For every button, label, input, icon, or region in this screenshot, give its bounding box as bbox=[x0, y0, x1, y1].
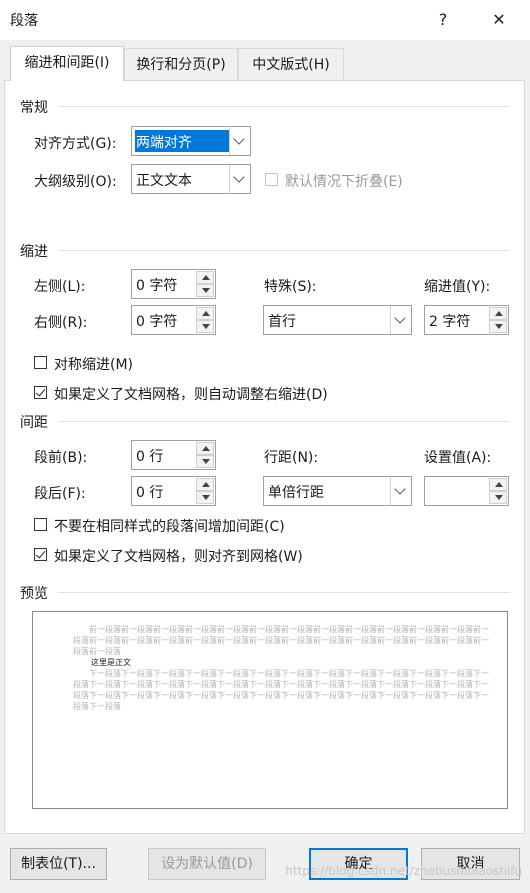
dropdown-arrow[interactable] bbox=[390, 477, 411, 505]
indent-left-label: 左侧(L): bbox=[34, 279, 86, 295]
checkmark-icon bbox=[35, 548, 46, 559]
preview-next-paragraph: 下一段落下一段落下一段落下一段落下一段落下一段落下一段落下一段落下一段落下一段落… bbox=[73, 669, 489, 711]
title-bar: 段落 ? ✕ bbox=[0, 0, 530, 40]
auto-adjust-indent-checkbox[interactable] bbox=[34, 386, 47, 399]
spin-up-button[interactable] bbox=[489, 478, 507, 491]
outline-level-dropdown[interactable]: 正文文本 bbox=[131, 164, 251, 194]
line-spacing-label: 行距(N): bbox=[264, 450, 319, 466]
chevron-down-icon bbox=[394, 312, 406, 324]
spin-up-button[interactable] bbox=[196, 478, 214, 491]
spin-up-button[interactable] bbox=[196, 307, 214, 320]
spin-down-button[interactable] bbox=[489, 491, 507, 504]
triangle-up-icon bbox=[202, 446, 210, 451]
tab-asian-typography[interactable]: 中文版式(H) bbox=[238, 48, 344, 81]
spin-up-button[interactable] bbox=[196, 271, 214, 284]
chevron-down-icon bbox=[233, 133, 245, 145]
triangle-down-icon bbox=[495, 324, 503, 329]
special-indent-value: 首行 bbox=[268, 314, 296, 330]
help-button[interactable]: ? bbox=[428, 5, 458, 35]
indent-right-value: 0 字符 bbox=[136, 314, 178, 330]
collapse-checkbox[interactable] bbox=[265, 173, 278, 186]
indent-right-spinner[interactable]: 0 字符 bbox=[131, 305, 216, 335]
indent-right-label: 右侧(R): bbox=[34, 315, 88, 331]
divider bbox=[58, 592, 510, 593]
preview-sample-text: 这里是正文 bbox=[91, 658, 131, 667]
tabs-button[interactable]: 制表位(T)... bbox=[10, 848, 107, 880]
dropdown-arrow[interactable] bbox=[229, 127, 250, 155]
line-spacing-dropdown[interactable]: 单倍行距 bbox=[263, 476, 412, 506]
triangle-up-icon bbox=[495, 311, 503, 316]
section-preview-heading: 预览 bbox=[20, 586, 48, 602]
spin-down-button[interactable] bbox=[489, 320, 507, 333]
mirror-indents-checkbox[interactable] bbox=[34, 356, 47, 369]
chevron-down-icon bbox=[233, 171, 245, 183]
indent-by-label: 缩进值(Y): bbox=[424, 279, 491, 295]
triangle-down-icon bbox=[202, 459, 210, 464]
spin-down-button[interactable] bbox=[196, 491, 214, 504]
spacing-after-value: 0 行 bbox=[136, 485, 164, 501]
line-spacing-at-spinner[interactable] bbox=[424, 476, 509, 506]
preview-previous-paragraph: 前一段落前一段落前一段落前一段落前一段落前一段落前一段落前一段落前一段落前一段落… bbox=[73, 625, 489, 656]
triangle-up-icon bbox=[202, 482, 210, 487]
mirror-indents-label: 对称缩进(M) bbox=[54, 357, 134, 373]
preview-pane: 前一段落前一段落前一段落前一段落前一段落前一段落前一段落前一段落前一段落前一段落… bbox=[32, 611, 508, 809]
triangle-up-icon bbox=[202, 311, 210, 316]
collapse-label: 默认情况下折叠(E) bbox=[285, 174, 403, 190]
triangle-down-icon bbox=[495, 495, 503, 500]
triangle-up-icon bbox=[495, 482, 503, 487]
spin-up-button[interactable] bbox=[489, 307, 507, 320]
spacing-before-label: 段前(B): bbox=[34, 450, 88, 466]
divider bbox=[58, 421, 510, 422]
tab-line-page-breaks[interactable]: 换行和分页(P) bbox=[124, 48, 238, 81]
divider bbox=[58, 106, 510, 107]
line-spacing-value: 单倍行距 bbox=[268, 485, 324, 501]
spacing-after-spinner[interactable]: 0 行 bbox=[131, 476, 216, 506]
indent-left-spinner[interactable]: 0 字符 bbox=[131, 269, 216, 299]
alignment-label: 对齐方式(G): bbox=[34, 136, 117, 152]
no-space-same-style-label: 不要在相同样式的段落间增加间距(C) bbox=[54, 519, 285, 535]
auto-adjust-indent-label: 如果定义了文档网格，则自动调整右缩进(D) bbox=[54, 387, 328, 403]
no-space-same-style-checkbox[interactable] bbox=[34, 518, 47, 531]
set-as-default-button[interactable]: 设为默认值(D) bbox=[148, 848, 266, 880]
section-indent-heading: 缩进 bbox=[20, 244, 48, 260]
indent-by-value: 2 字符 bbox=[429, 314, 471, 330]
dropdown-arrow[interactable] bbox=[390, 306, 411, 334]
spin-down-button[interactable] bbox=[196, 455, 214, 468]
checkmark-icon bbox=[35, 386, 46, 397]
special-indent-label: 特殊(S): bbox=[264, 279, 317, 295]
alignment-value: 两端对齐 bbox=[136, 135, 192, 151]
triangle-down-icon bbox=[202, 288, 210, 293]
indent-by-spinner[interactable]: 2 字符 bbox=[424, 305, 509, 335]
triangle-down-icon bbox=[202, 324, 210, 329]
dropdown-arrow[interactable] bbox=[229, 165, 250, 193]
snap-to-grid-checkbox[interactable] bbox=[34, 548, 47, 561]
special-indent-dropdown[interactable]: 首行 bbox=[263, 305, 412, 335]
chevron-down-icon bbox=[394, 483, 406, 495]
divider bbox=[58, 250, 510, 251]
section-spacing-heading: 间距 bbox=[20, 415, 48, 431]
spacing-before-spinner[interactable]: 0 行 bbox=[131, 440, 216, 470]
watermark-text: https://blog.csdn.net/zhebushibiaoshifu bbox=[285, 864, 522, 878]
outline-level-value: 正文文本 bbox=[136, 173, 192, 189]
indent-left-value: 0 字符 bbox=[136, 278, 178, 294]
snap-to-grid-label: 如果定义了文档网格，则对齐到网格(W) bbox=[54, 549, 303, 565]
spin-down-button[interactable] bbox=[196, 320, 214, 333]
close-button[interactable]: ✕ bbox=[484, 5, 514, 35]
outline-level-label: 大纲级别(O): bbox=[34, 174, 117, 190]
line-spacing-at-label: 设置值(A): bbox=[424, 450, 492, 466]
spacing-before-value: 0 行 bbox=[136, 449, 164, 465]
triangle-up-icon bbox=[202, 275, 210, 280]
section-general-heading: 常规 bbox=[20, 100, 48, 116]
dialog-title: 段落 bbox=[10, 13, 38, 29]
alignment-dropdown[interactable]: 两端对齐 bbox=[131, 126, 251, 156]
spacing-after-label: 段后(F): bbox=[34, 486, 86, 502]
spin-down-button[interactable] bbox=[196, 284, 214, 297]
tab-indents-spacing[interactable]: 缩进和间距(I) bbox=[10, 46, 124, 81]
triangle-down-icon bbox=[202, 495, 210, 500]
spin-up-button[interactable] bbox=[196, 442, 214, 455]
